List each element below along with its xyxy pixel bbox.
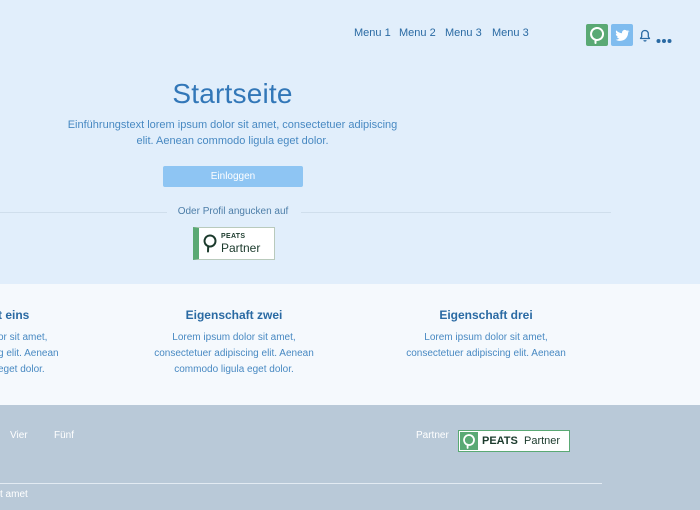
footer-link-vier[interactable]: Vier [10,430,28,441]
login-button[interactable]: Einloggen [163,166,303,187]
footer-link-fuenf[interactable]: Fünf [54,430,74,441]
footer-badge-text: Partner [524,435,561,447]
peats-logo-icon [460,432,478,450]
feature-2-line: Lorem ipsum dolor sit amet, [172,332,296,343]
footer-copyright: t amet [0,489,28,500]
feature-1-text: or sit amet, g elit. Aenean eget dolor. [0,330,88,378]
footer: Vier Fünf Partner PEATS Partner t amet [0,405,700,510]
profile-prompt: Oder Profil angucken auf [177,206,289,217]
peats-logo-icon [203,234,217,253]
notification-bell-icon[interactable] [639,29,651,42]
footer-divider [0,483,602,484]
feature-1-line: or sit amet, [0,332,48,343]
nav-menu-1[interactable]: Menu 1 [354,27,391,39]
footer-partner-label: Partner [416,430,449,441]
feature-3-title: Eigenschaft drei [439,308,533,322]
feature-1-title: t eins [0,308,30,322]
nav-menu-3[interactable]: Menu 3 [445,27,482,39]
intro-text: Einführungstext lorem ipsum dolor sit am… [60,117,405,149]
page-title: Startseite [172,78,293,109]
nav-menu-2[interactable]: Menu 2 [399,27,436,39]
intro-line-2: elit. Aenean commodo ligula eget dolor. [136,135,329,147]
nav-menu-4[interactable]: Menu 3 [492,27,529,39]
feature-3-text: Lorem ipsum dolor sit amet, consectetuer… [386,330,586,362]
more-options-icon[interactable] [656,31,672,43]
feature-1-line: eget dolor. [0,364,45,375]
badge-label-small: PEATS [221,233,246,240]
feature-2-line: commodo ligula eget dolor. [174,364,294,375]
footer-badge-bold: PEATS [482,435,518,447]
peats-icon[interactable] [586,24,608,46]
feature-3-line: Lorem ipsum dolor sit amet, [424,332,548,343]
feature-2-text: Lorem ipsum dolor sit amet, consectetuer… [134,330,334,378]
intro-line-1: Einführungstext lorem ipsum dolor sit am… [67,119,398,131]
feature-2-line: consectetuer adipiscing elit. Aenean [154,348,314,359]
peats-partner-badge[interactable]: PEATS Partner [193,227,275,260]
badge-label-big: Partner [221,241,261,255]
footer-peats-partner-badge[interactable]: PEATS Partner [458,430,570,452]
features-section: t eins or sit amet, g elit. Aenean eget … [0,284,700,405]
feature-3-line: consectetuer adipiscing elit. Aenean [406,348,566,359]
feature-2-title: Eigenschaft zwei [185,308,283,322]
top-navigation: Menu 1 Menu 2 Menu 3 Menu 3 [0,0,700,70]
twitter-icon[interactable] [611,24,633,46]
feature-1-line: g elit. Aenean [0,348,59,359]
